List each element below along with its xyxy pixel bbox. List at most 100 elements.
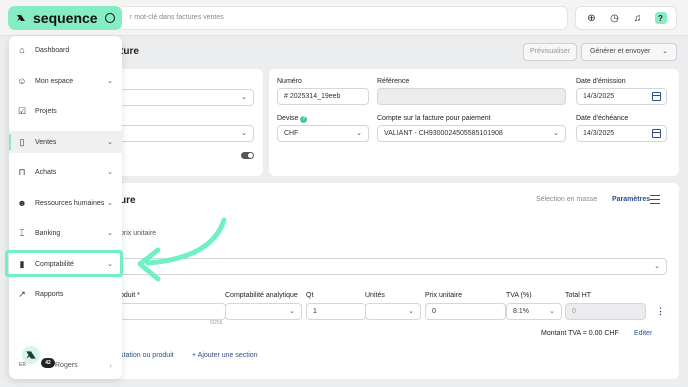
chevron-down-icon: ⌄ xyxy=(289,308,295,315)
char-counter: 0/255 xyxy=(210,320,223,326)
sidebar-item-label: Projets xyxy=(35,107,57,115)
devise-select[interactable]: CHF ⌄ xyxy=(277,125,369,142)
th-tva: TVA (%) xyxy=(506,292,532,299)
help-icon[interactable]: ? xyxy=(654,12,667,24)
document-icon: ▯ xyxy=(19,136,25,147)
chart-icon: ↗ xyxy=(18,288,26,299)
user-profile[interactable]: ER 42 Rogers › xyxy=(9,344,122,379)
th-compta: Comptabilité analytique xyxy=(225,292,298,299)
unites-select[interactable]: ⌄ xyxy=(365,303,421,320)
menu-lines-icon[interactable] xyxy=(650,195,660,204)
tva-total: Montant TVA = 0.00 CHF xyxy=(541,330,619,337)
date-emission-field[interactable]: 14/3/2025 xyxy=(576,88,667,105)
sidebar-item-label: Ventes xyxy=(35,138,57,146)
help-icon[interactable]: ? xyxy=(300,116,308,123)
lines-card xyxy=(112,183,679,379)
generate-send-label: Générer et envoyer xyxy=(590,48,651,55)
sidebar-item-achats[interactable]: ⊓ Achats ⌄ xyxy=(9,161,122,183)
add-icon[interactable]: ⊕ xyxy=(586,12,598,24)
sequence-logo-icon xyxy=(26,351,36,359)
user-initials: ER xyxy=(19,362,26,368)
tva-value: 8.1% xyxy=(513,308,529,315)
clock-icon[interactable]: ◷ xyxy=(609,12,621,24)
sidebar-item-label: Banking xyxy=(35,229,61,237)
th-qt: Qt xyxy=(306,292,314,299)
notification-badge: 42 xyxy=(41,358,55,368)
total-ht-field: 0 xyxy=(565,303,646,320)
section-title: ure xyxy=(120,195,136,206)
bulk-select-link[interactable]: Sélection en masse xyxy=(536,196,597,203)
chevron-down-icon: ⌄ xyxy=(408,308,414,315)
th-unites: Unités xyxy=(365,292,385,299)
calendar-icon[interactable] xyxy=(652,92,661,101)
settings-link[interactable]: Paramètres xyxy=(612,196,650,203)
client-select[interactable]: ⌄ xyxy=(112,89,254,106)
reference-field[interactable] xyxy=(377,88,566,105)
compte-value: VALIANT - CH9300024505585101908 xyxy=(384,130,503,137)
qt-input[interactable]: 1 xyxy=(306,303,366,320)
toggle-switch[interactable] xyxy=(241,152,254,159)
chevron-down-icon: ⌄ xyxy=(356,130,362,137)
sidebar-item-label: Achats xyxy=(35,168,57,176)
home-icon: ⌂ xyxy=(19,45,25,55)
devise-label-text: Devise xyxy=(277,115,299,122)
devise-label: Devise? xyxy=(277,115,308,123)
sidebar-item-banking[interactable]: ⌶ Banking ⌄ xyxy=(9,222,122,244)
contact-select[interactable]: ⌄ xyxy=(112,125,254,142)
chevron-down-icon: ⌄ xyxy=(549,308,555,315)
sidebar-item-ventes[interactable]: ▯ Ventes ⌄ xyxy=(9,131,122,153)
bank-icon: ⌶ xyxy=(19,227,25,238)
chevron-right-icon: › xyxy=(109,361,112,370)
date-emission-value: 14/3/2025 xyxy=(583,93,615,100)
reference-label: Référence xyxy=(377,78,410,85)
invoice-details-card xyxy=(269,69,679,176)
generate-send-button[interactable]: Générer et envoyer ⌄ xyxy=(581,43,677,61)
date-emission-label: Date d'émission xyxy=(576,78,626,85)
page-title: ture xyxy=(120,46,139,57)
compta-select[interactable]: ⌄ xyxy=(225,303,302,320)
date-echeance-value: 14/3/2025 xyxy=(583,130,615,137)
calendar-icon[interactable] xyxy=(652,129,661,138)
sidebar-item-dashboard[interactable]: ⌂ Dashboard xyxy=(9,39,122,61)
numero-field[interactable]: # 2025314_19eeb xyxy=(277,88,369,105)
highlight-box xyxy=(5,250,123,277)
prix-unitaire-note: prix unitaire xyxy=(120,230,157,237)
add-section-link[interactable]: + Ajouter une section xyxy=(192,352,258,359)
bag-icon: ⊓ xyxy=(18,166,26,177)
row-menu-icon[interactable]: ⋮ xyxy=(656,306,665,317)
bell-icon[interactable]: ♫ xyxy=(632,12,644,24)
brand-name: sequence xyxy=(33,10,98,26)
chevron-down-icon: ⌄ xyxy=(654,263,660,270)
chevron-down-icon: ⌄ xyxy=(107,230,113,237)
sidebar-item-ressources-humaines[interactable]: ☻ Ressources humaines ⌄ xyxy=(9,192,122,214)
numero-label: Numéro xyxy=(277,78,302,85)
chevron-down-icon: ⌄ xyxy=(107,139,113,146)
section-select[interactable]: ⌄ xyxy=(120,258,667,275)
sidebar-item-label: Ressources humaines xyxy=(35,199,105,207)
produit-input[interactable] xyxy=(120,303,226,320)
people-icon: ☻ xyxy=(17,198,27,208)
user-name: Rogers xyxy=(55,362,78,369)
add-item-link[interactable]: station ou produit xyxy=(120,352,174,359)
tva-select[interactable]: 8.1% ⌄ xyxy=(506,303,562,320)
sidebar-item-label: Mon espace xyxy=(35,77,74,85)
edit-link[interactable]: Editer xyxy=(634,330,652,337)
devise-value: CHF xyxy=(284,130,299,137)
logo-circle-icon xyxy=(105,13,115,23)
top-icons: ⊕ ◷ ♫ ? xyxy=(575,6,677,30)
sidebar-item-projets[interactable]: ☑ Projets xyxy=(9,100,122,122)
checkbox-icon: ☑ xyxy=(17,105,27,116)
search-input[interactable]: r mot-clé dans factures ventes xyxy=(122,6,568,30)
preview-button[interactable]: Prévisualiser xyxy=(523,43,577,61)
logo[interactable]: sequence xyxy=(8,6,122,30)
prix-input[interactable]: 0 xyxy=(425,303,506,320)
sidebar-menu: ⌂ Dashboard ☺ Mon espace ⌄ ☑ Projets ▯ Ventes… xyxy=(9,36,122,379)
sidebar-item-mon-espace[interactable]: ☺ Mon espace ⌄ xyxy=(9,70,122,92)
sidebar-item-label: Rapports xyxy=(35,290,64,298)
client-card: ⌄ ⌄ xyxy=(112,69,263,176)
compte-select[interactable]: VALIANT - CH9300024505585101908 ⌄ xyxy=(377,125,566,142)
date-echeance-field[interactable]: 14/3/2025 xyxy=(576,125,667,142)
chevron-down-icon: ⌄ xyxy=(662,48,668,55)
date-echeance-label: Date d'échéance xyxy=(576,115,629,122)
sidebar-item-rapports[interactable]: ↗ Rapports xyxy=(9,283,122,305)
